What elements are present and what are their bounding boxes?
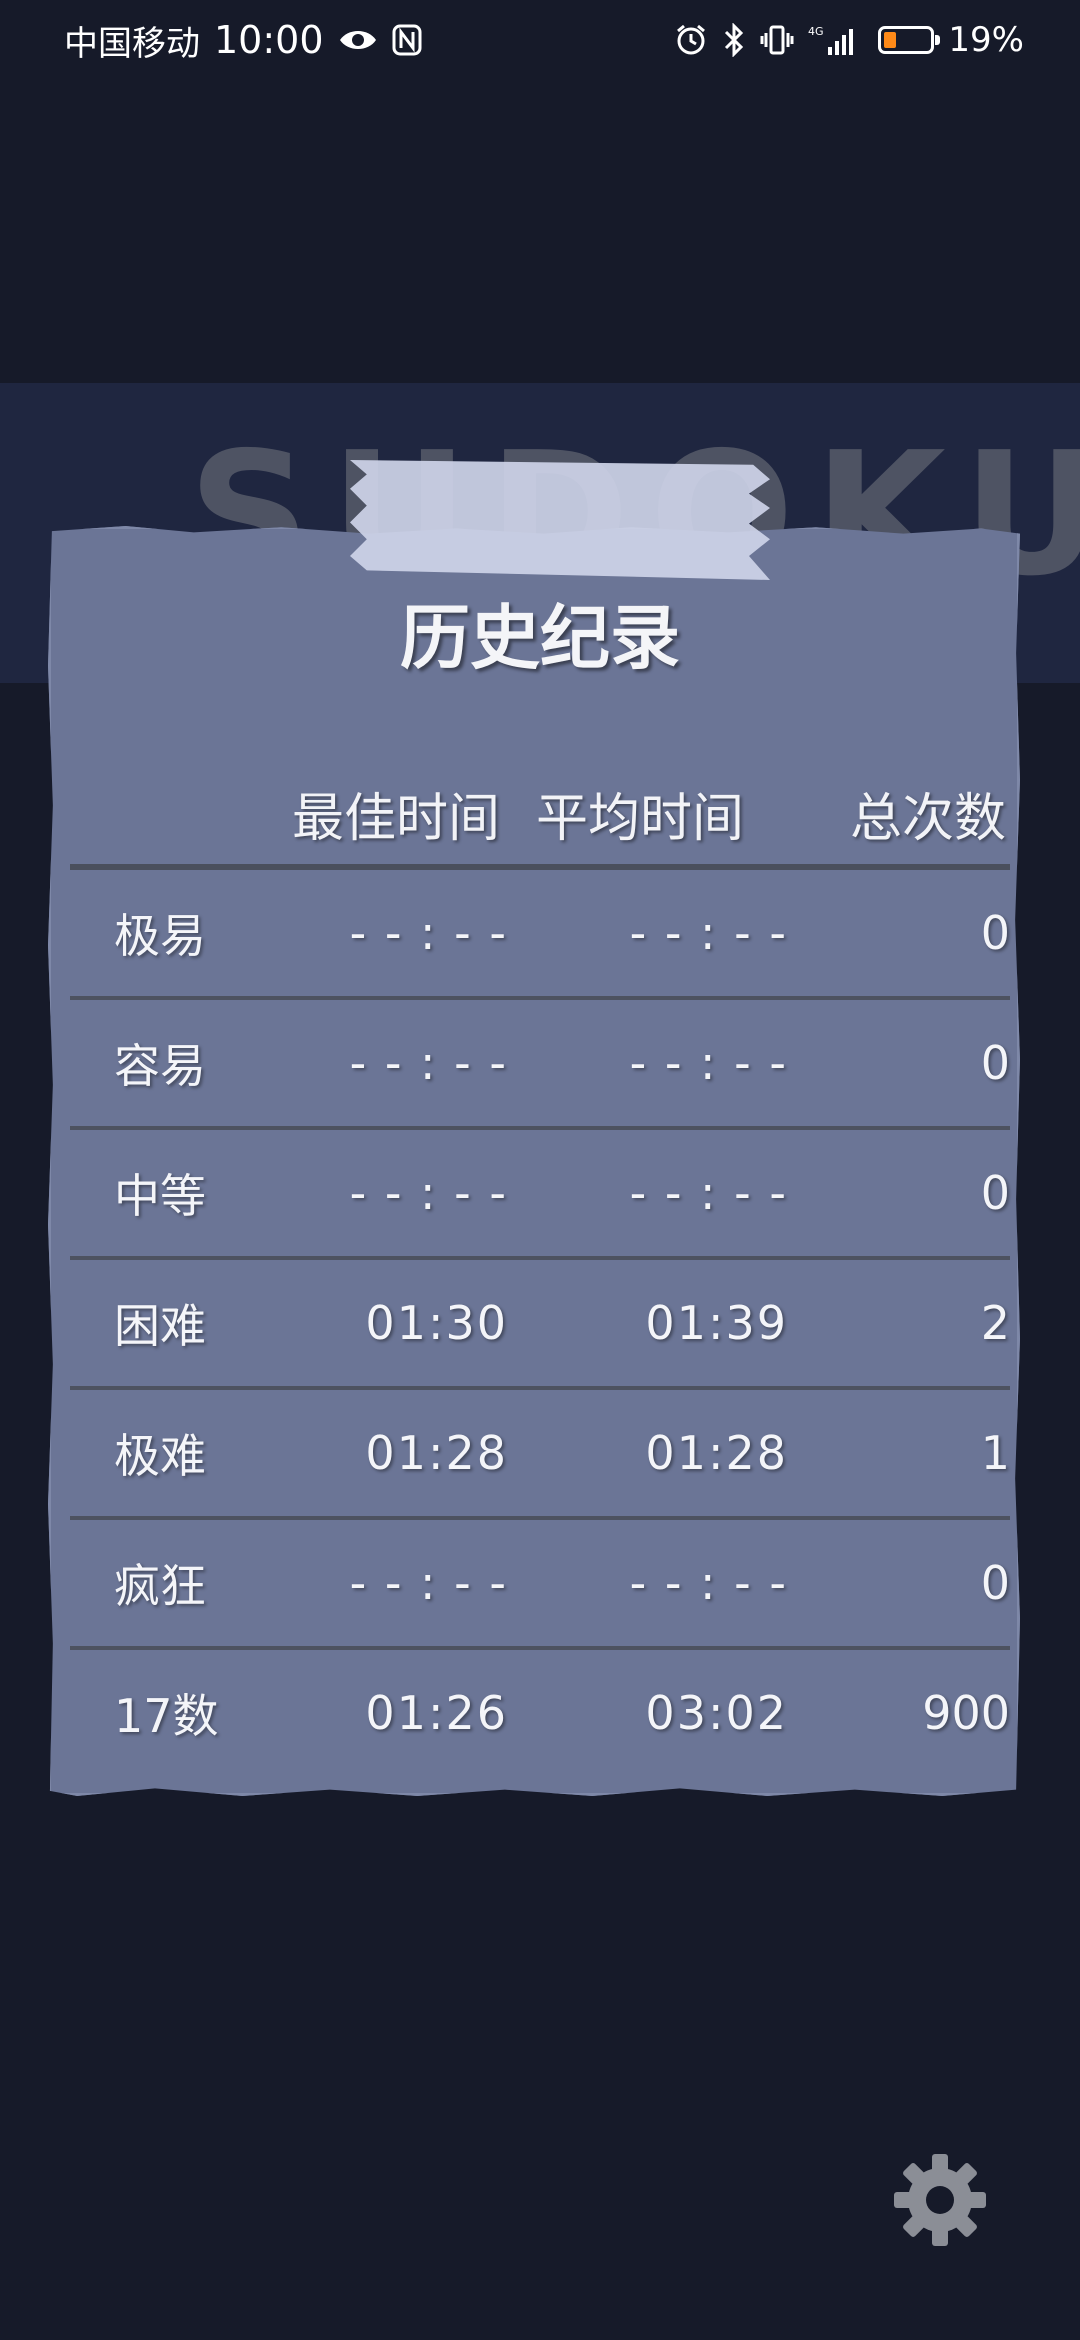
row-total: 0 [980,1166,1010,1220]
row-total: 0 [980,1036,1010,1090]
eye-icon [338,26,378,54]
row-level: 中等 [114,1169,206,1223]
row-total: 1 [980,1426,1010,1480]
table-row: 中等 - - : - - - - : - - 0 [70,1130,1010,1260]
row-total: 0 [980,1556,1010,1610]
header-total: 总次数 [849,788,1006,849]
vibrate-icon [760,23,794,57]
bluetooth-icon [722,23,746,57]
row-best-time: - - : - - [349,1036,508,1090]
history-title: 历史纪录 [400,597,680,679]
table-row: 极易 - - : - - - - : - - 0 [70,870,1010,1000]
header-best-time: 最佳时间 [291,788,500,849]
settings-gear-icon[interactable] [890,2150,990,2250]
row-total: 0 [980,906,1010,960]
row-avg-time: - - : - - [629,1556,788,1610]
row-avg-time: 01:28 [645,1426,788,1480]
row-total: 2 [980,1296,1010,1350]
battery-icon [878,26,941,54]
row-avg-time: - - : - - [629,1036,788,1090]
row-level: 疯狂 [114,1559,206,1613]
table-header: 最佳时间 平均时间 总次数 [70,760,1010,866]
row-level: 极易 [114,909,206,963]
battery-percent: 19% [948,20,1024,60]
row-level: 困难 [114,1299,206,1353]
clock: 10:00 [214,18,324,62]
table-row: 疯狂 - - : - - - - : - - 0 [70,1520,1010,1650]
table-rows: 极易 - - : - - - - : - - 0 容易 - - : - - - … [70,870,1010,1776]
svg-text:4G: 4G [808,25,824,38]
tape-decoration [350,460,770,580]
row-best-time: 01:30 [365,1296,508,1350]
header-avg-time: 平均时间 [535,788,744,849]
row-level: 极难 [114,1429,206,1483]
row-best-time: 01:28 [365,1426,508,1480]
row-best-time: - - : - - [349,1166,508,1220]
signal-icon: 4G [808,23,858,57]
row-best-time: - - : - - [349,906,508,960]
status-bar: 中国移动 10:00 4G 19% [0,0,1080,80]
row-level: 容易 [114,1039,206,1093]
history-table: 最佳时间 平均时间 总次数 极易 - - : - - - - : - - 0 容… [70,760,1010,1743]
alarm-icon [674,23,708,57]
table-row: 容易 - - : - - - - : - - 0 [70,1000,1010,1130]
carrier-label: 中国移动 [64,23,200,64]
row-avg-time: - - : - - [629,1166,788,1220]
row-avg-time: - - : - - [629,906,788,960]
row-level: 17数 [114,1689,219,1743]
row-avg-time: 03:02 [645,1686,788,1740]
row-best-time: 01:26 [365,1686,508,1740]
table-row: 极难 01:28 01:28 1 [70,1390,1010,1520]
table-row: 困难 01:30 01:39 2 [70,1260,1010,1390]
row-total: 900 [922,1686,1010,1740]
row-best-time: - - : - - [349,1556,508,1610]
nfc-icon [392,24,422,56]
row-avg-time: 01:39 [645,1296,788,1350]
table-row: 17数 01:26 03:02 900 [70,1650,1010,1776]
